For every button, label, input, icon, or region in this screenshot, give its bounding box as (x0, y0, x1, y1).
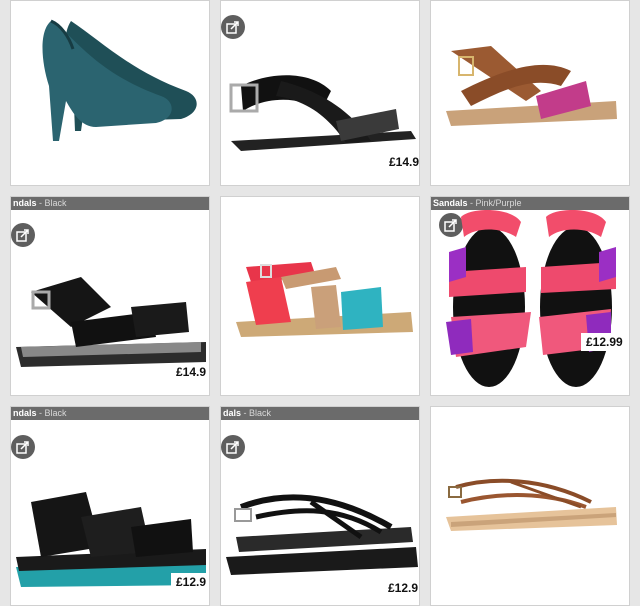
coral-blue-sandal-image (236, 262, 413, 337)
black-tstrap-sandal-image (226, 494, 418, 575)
product-tile-black-elastic-sandals[interactable]: ndals - Black £12.9 (10, 406, 210, 606)
product-tile-coral-blue-sandals[interactable] (220, 196, 420, 396)
pink-purple-sandal-image (446, 210, 616, 387)
price-label: £12.9 (171, 573, 209, 591)
product-tile-brown-pink-sandals[interactable] (430, 0, 630, 186)
product-tile-pink-purple-sandals[interactable]: Sandals - Pink/Purple £12.99 (430, 196, 630, 396)
product-tile-tan-tstrap-sandals[interactable] (430, 406, 630, 606)
teal-heel-shoe-image (42, 19, 197, 141)
product-tile-black-sandals-2[interactable]: ndals - Black £14.9 (10, 196, 210, 396)
price-label: £12.9 (383, 579, 419, 597)
price-label: £14.9 (171, 363, 209, 381)
tan-tstrap-sandal-image (446, 478, 617, 531)
product-tile-black-cross-sandals[interactable]: £14.9 (220, 0, 420, 186)
price-label: £12.99 (581, 333, 628, 351)
product-tile-black-tstrap-sandals[interactable]: dals - Black £12.9 (220, 406, 420, 606)
brown-pink-sandal-image (446, 46, 617, 126)
product-tile-teal-heels[interactable] (10, 0, 210, 186)
price-label: £14.9 (384, 153, 419, 171)
